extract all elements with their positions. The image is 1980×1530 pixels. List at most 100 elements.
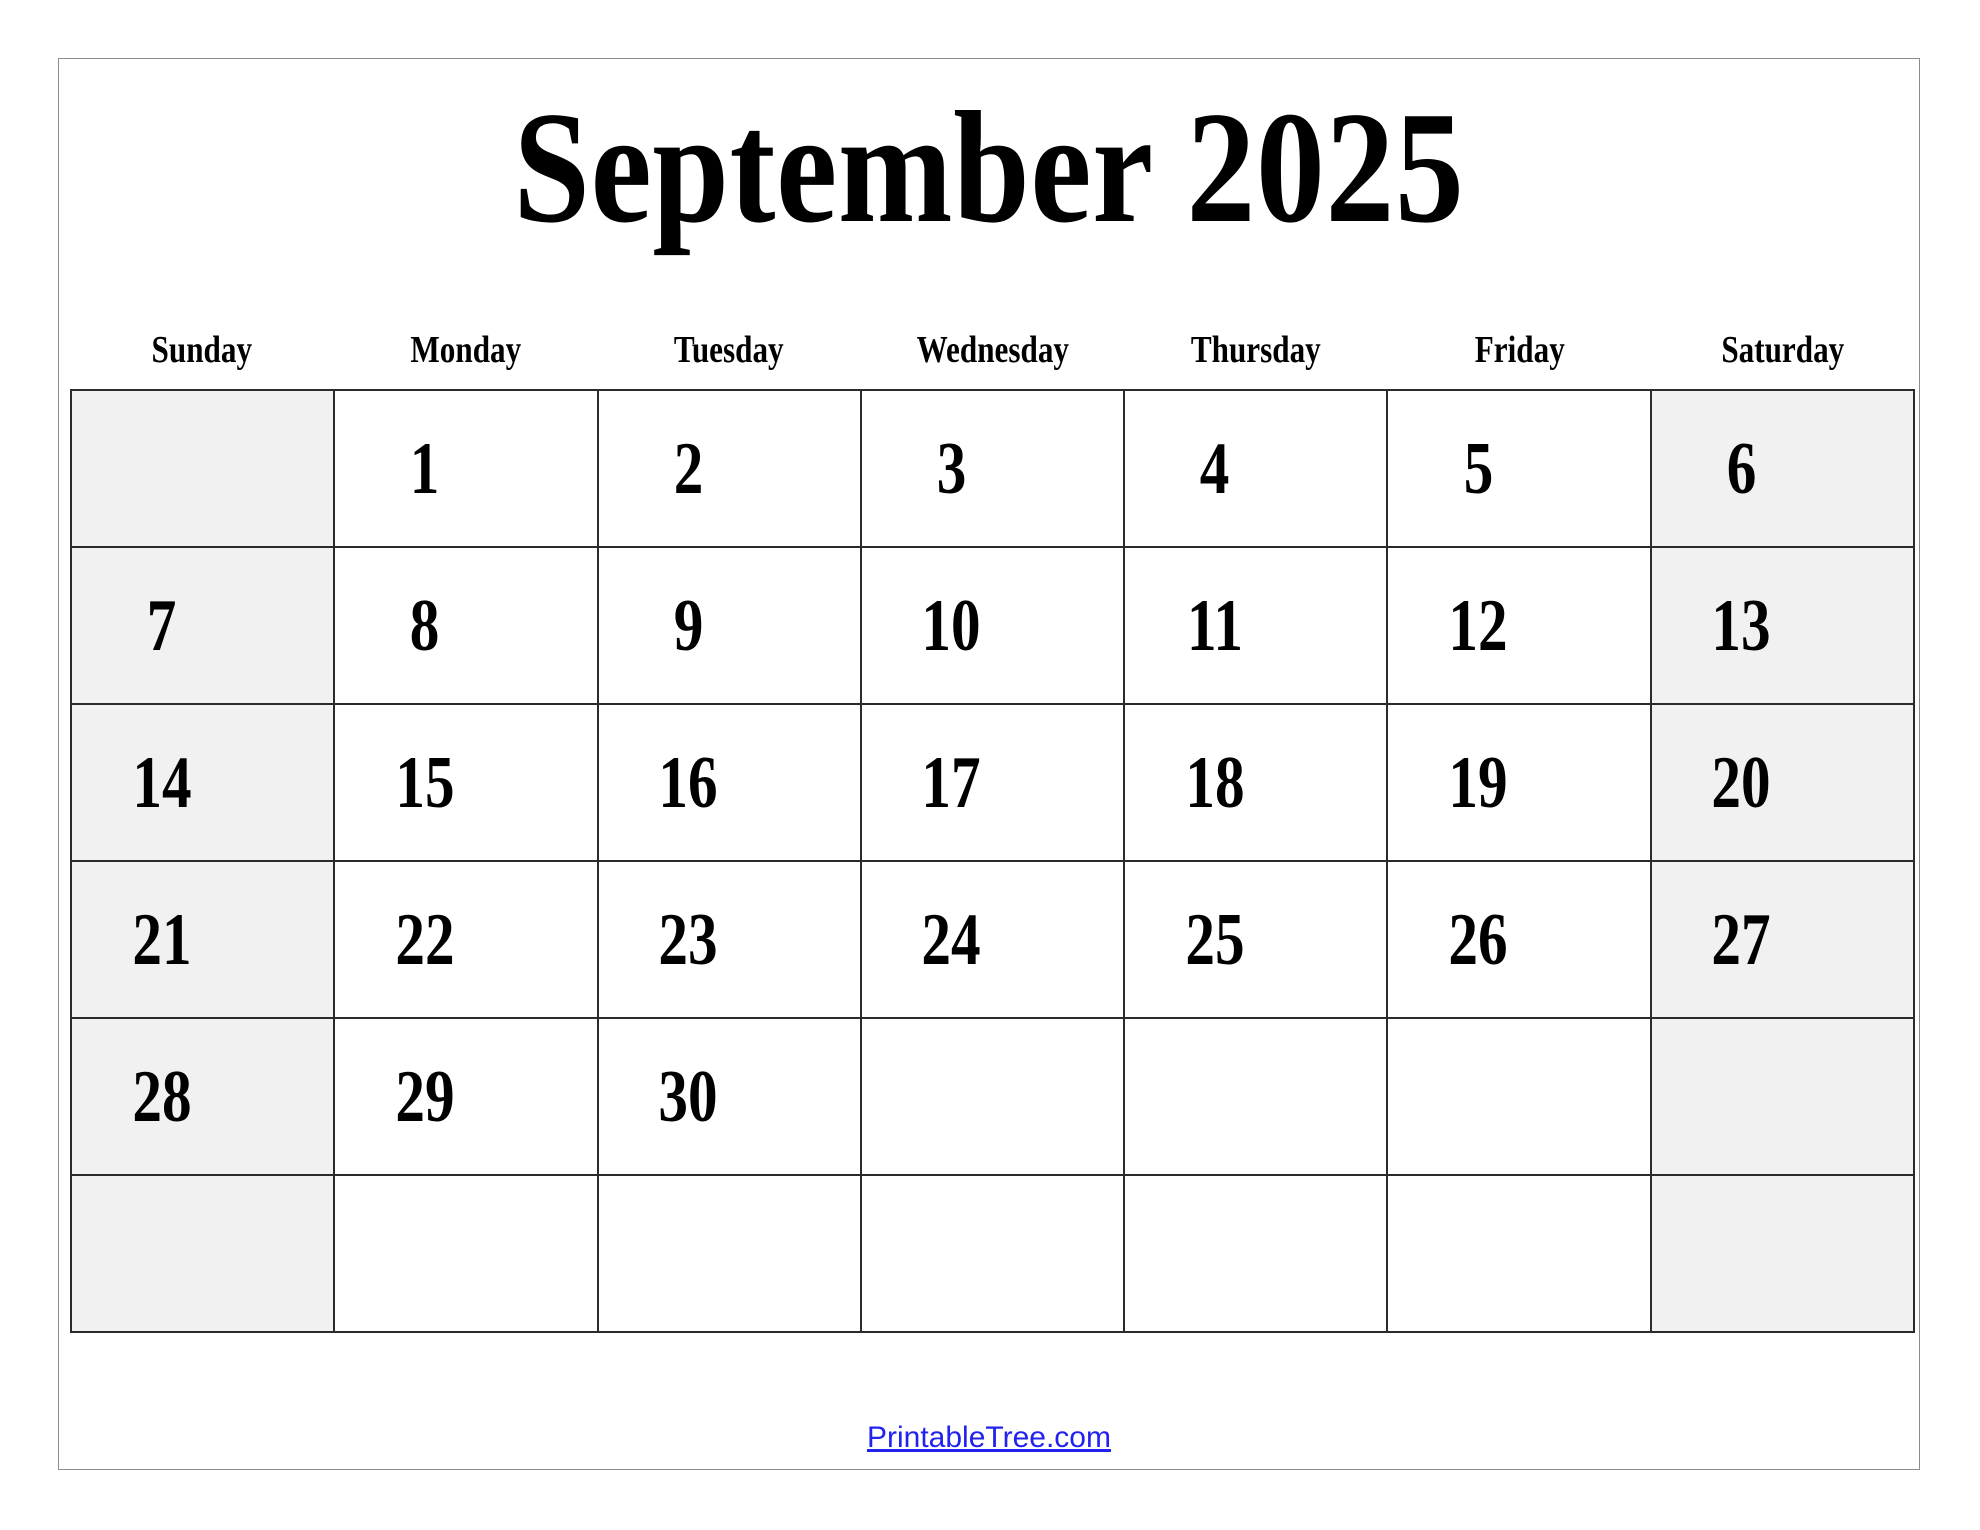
day-number: 4 xyxy=(1125,432,1386,506)
calendar-day-cell[interactable]: 1 xyxy=(333,389,599,548)
calendar-day-cell[interactable]: 20 xyxy=(1649,703,1916,862)
day-number-text: 28 xyxy=(132,1055,192,1138)
day-number-text: 2 xyxy=(673,427,704,510)
calendar-empty-cell[interactable] xyxy=(859,1017,1126,1176)
calendar-day-cell[interactable]: 2 xyxy=(596,389,862,548)
day-number: 19 xyxy=(1388,746,1649,820)
day-number-text: 5 xyxy=(1463,427,1493,510)
calendar-day-cell[interactable]: 5 xyxy=(1386,389,1652,548)
calendar-day-cell[interactable]: 15 xyxy=(333,703,599,862)
day-number-text: 4 xyxy=(1199,427,1230,510)
calendar-day-cell[interactable]: 18 xyxy=(1123,703,1389,862)
calendar-day-cell[interactable]: 28 xyxy=(69,1017,336,1176)
calendar-empty-cell[interactable] xyxy=(1386,1174,1652,1333)
day-number-text: 3 xyxy=(936,427,967,510)
calendar-day-cell[interactable]: 25 xyxy=(1123,860,1389,1019)
calendar-day-cell[interactable]: 3 xyxy=(859,389,1126,548)
calendar-day-cell[interactable]: 26 xyxy=(1386,860,1652,1019)
calendar-day-cell[interactable]: 24 xyxy=(859,860,1126,1019)
day-number-text: 14 xyxy=(132,741,192,824)
calendar-empty-cell[interactable] xyxy=(1649,1174,1916,1333)
day-number-text: 25 xyxy=(1185,898,1245,981)
day-number-text: 1 xyxy=(410,427,440,510)
day-number-text: 15 xyxy=(395,741,455,824)
calendar-empty-cell[interactable] xyxy=(859,1174,1126,1333)
calendar-empty-cell[interactable] xyxy=(1386,1017,1652,1176)
calendar-day-cell[interactable]: 30 xyxy=(596,1017,862,1176)
day-number-text: 13 xyxy=(1711,584,1771,667)
page-title: September 2025 xyxy=(513,78,1465,256)
calendar-day-cell[interactable]: 14 xyxy=(69,703,336,862)
day-number: 5 xyxy=(1388,432,1649,506)
day-number-text: 17 xyxy=(921,741,982,824)
day-number: 18 xyxy=(1125,746,1386,820)
calendar-day-cell[interactable]: 7 xyxy=(69,546,336,705)
day-number-text: 23 xyxy=(658,898,718,981)
day-number xyxy=(72,1217,333,1291)
day-number: 23 xyxy=(599,903,860,977)
calendar-day-cell[interactable]: 8 xyxy=(333,546,599,705)
day-number: 20 xyxy=(1652,746,1913,820)
day-number: 13 xyxy=(1652,589,1913,663)
weekday-header-row: Sunday Monday Tuesday Wednesday Thursday Frid… xyxy=(70,331,1915,369)
day-number: 26 xyxy=(1388,903,1649,977)
day-number-text: 21 xyxy=(132,898,192,981)
calendar-day-cell[interactable]: 22 xyxy=(333,860,599,1019)
printabletree-link[interactable]: PrintableTree.com xyxy=(867,1421,1111,1454)
calendar-week-row: 123456 xyxy=(69,389,1916,548)
day-number-text: 29 xyxy=(395,1055,455,1138)
day-number: 15 xyxy=(335,746,596,820)
day-number xyxy=(862,1060,1123,1134)
calendar-day-cell[interactable]: 11 xyxy=(1123,546,1389,705)
calendar-empty-cell[interactable] xyxy=(1123,1017,1389,1176)
calendar-day-cell[interactable]: 29 xyxy=(333,1017,599,1176)
weekday-header-saturday: Saturday xyxy=(1721,329,1845,371)
day-number: 11 xyxy=(1125,589,1386,663)
calendar-day-cell[interactable]: 23 xyxy=(596,860,862,1019)
calendar-day-cell[interactable]: 19 xyxy=(1386,703,1652,862)
calendar-empty-cell[interactable] xyxy=(1123,1174,1389,1333)
calendar-day-cell[interactable]: 21 xyxy=(69,860,336,1019)
weekday-header-sunday: Sunday xyxy=(151,329,253,371)
page-title-container: September 2025 xyxy=(59,87,1919,247)
day-number-text: 12 xyxy=(1448,584,1508,667)
calendar-empty-cell[interactable] xyxy=(1649,1017,1916,1176)
day-number-text: 9 xyxy=(673,584,704,667)
day-number-text: 20 xyxy=(1711,741,1771,824)
day-number: 27 xyxy=(1652,903,1913,977)
calendar-day-cell[interactable]: 10 xyxy=(859,546,1126,705)
day-number: 7 xyxy=(72,589,333,663)
calendar-empty-cell[interactable] xyxy=(596,1174,862,1333)
calendar-empty-cell[interactable] xyxy=(333,1174,599,1333)
calendar-day-cell[interactable]: 17 xyxy=(859,703,1126,862)
weekday-header-monday: Monday xyxy=(409,329,521,371)
calendar-day-cell[interactable]: 4 xyxy=(1123,389,1389,548)
day-number-text: 22 xyxy=(395,898,455,981)
day-number: 8 xyxy=(335,589,596,663)
calendar-week-row: 14 15 16 17 18 19 20 xyxy=(69,703,1916,862)
calendar-empty-cell[interactable] xyxy=(69,389,336,548)
day-number: 28 xyxy=(72,1060,333,1134)
weekday-header-thursday: Thursday xyxy=(1191,329,1322,371)
calendar-empty-cell[interactable] xyxy=(69,1174,336,1333)
day-number-text: 7 xyxy=(146,584,177,667)
day-number: 29 xyxy=(335,1060,596,1134)
calendar-day-cell[interactable]: 27 xyxy=(1649,860,1916,1019)
calendar-day-cell[interactable]: 12 xyxy=(1386,546,1652,705)
calendar-day-cell[interactable]: 16 xyxy=(596,703,862,862)
calendar-day-cell[interactable]: 6 xyxy=(1649,389,1916,548)
day-number: 9 xyxy=(599,589,860,663)
calendar-day-cell[interactable]: 9 xyxy=(596,546,862,705)
day-number-text: 26 xyxy=(1448,898,1508,981)
weekday-header-wednesday: Wednesday xyxy=(916,329,1069,371)
day-number: 2 xyxy=(599,432,860,506)
calendar-week-row: 7 8 9 10 11 12 13 xyxy=(69,546,1916,705)
day-number: 21 xyxy=(72,903,333,977)
day-number xyxy=(862,1217,1123,1291)
calendar-day-cell[interactable]: 13 xyxy=(1649,546,1916,705)
day-number-text: 6 xyxy=(1726,427,1757,510)
day-number xyxy=(599,1217,860,1291)
day-number-text: 18 xyxy=(1185,741,1245,824)
weekday-header-friday: Friday xyxy=(1474,329,1565,371)
calendar-week-row: 28 29 30 xyxy=(69,1017,1916,1176)
